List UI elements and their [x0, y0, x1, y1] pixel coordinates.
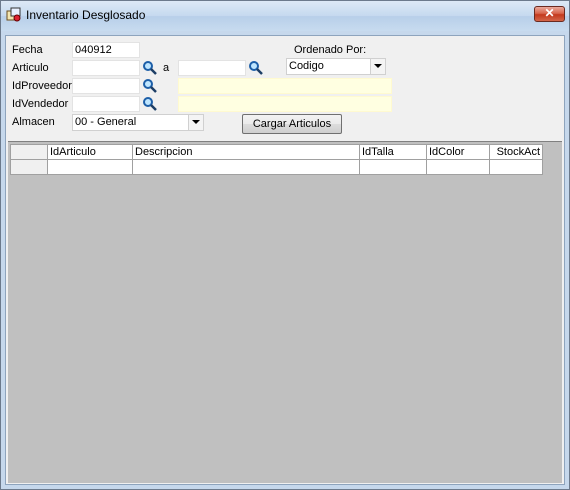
- idproveedor-label: IdProveedor: [12, 80, 72, 92]
- articulo-label: Articulo: [12, 62, 49, 74]
- fecha-label: Fecha: [12, 44, 43, 56]
- app-icon: [6, 7, 21, 22]
- column-header-idarticulo[interactable]: IdArticulo: [47, 144, 133, 160]
- articulo-from-field[interactable]: [72, 60, 140, 76]
- idproveedor-field[interactable]: [72, 78, 140, 94]
- table-row[interactable]: [10, 159, 543, 175]
- idproveedor-name-field: [178, 78, 392, 94]
- row-indicator-header: [10, 144, 48, 160]
- cell-idcolor[interactable]: [426, 159, 490, 175]
- data-grid-area[interactable]: IdArticulo Descripcion IdTalla IdColor S…: [8, 141, 562, 483]
- idvendedor-name-field: [178, 96, 392, 112]
- a-label: a: [163, 62, 170, 74]
- articulo-to-field[interactable]: [178, 60, 246, 76]
- cell-idarticulo[interactable]: [47, 159, 133, 175]
- close-button[interactable]: ✕: [534, 6, 565, 22]
- form-panel: Fecha 040912 Ordenado Por: Codigo Articu…: [5, 35, 565, 485]
- close-icon: ✕: [544, 6, 555, 20]
- cell-stockact[interactable]: [489, 159, 543, 175]
- row-indicator[interactable]: [10, 159, 48, 175]
- search-icon[interactable]: [248, 60, 264, 76]
- cargar-articulos-button[interactable]: Cargar Articulos: [242, 114, 342, 134]
- almacen-select[interactable]: 00 - General: [72, 114, 204, 131]
- chevron-down-icon[interactable]: [370, 59, 385, 74]
- ordenado-select[interactable]: Codigo: [286, 58, 386, 75]
- search-icon[interactable]: [142, 96, 158, 112]
- almacen-label: Almacen: [12, 116, 55, 128]
- column-header-idcolor[interactable]: IdColor: [426, 144, 490, 160]
- title-bar[interactable]: Inventario Desglosado ✕: [1, 1, 569, 31]
- cell-descripcion[interactable]: [132, 159, 360, 175]
- column-header-idtalla[interactable]: IdTalla: [359, 144, 427, 160]
- window-title: Inventario Desglosado: [26, 8, 146, 22]
- cell-idtalla[interactable]: [359, 159, 427, 175]
- grid-header-row: IdArticulo Descripcion IdTalla IdColor S…: [10, 144, 543, 160]
- data-grid[interactable]: IdArticulo Descripcion IdTalla IdColor S…: [10, 144, 543, 175]
- column-header-descripcion[interactable]: Descripcion: [132, 144, 360, 160]
- idvendedor-field[interactable]: [72, 96, 140, 112]
- ordenado-label: Ordenado Por:: [294, 44, 367, 56]
- fecha-field[interactable]: 040912: [72, 42, 140, 58]
- search-icon[interactable]: [142, 78, 158, 94]
- chevron-down-icon[interactable]: [188, 115, 203, 130]
- almacen-value: 00 - General: [75, 116, 137, 128]
- ordenado-value: Codigo: [289, 60, 324, 72]
- app-window: Inventario Desglosado ✕ Fecha 040912 Ord…: [0, 0, 570, 490]
- search-icon[interactable]: [142, 60, 158, 76]
- idvendedor-label: IdVendedor: [12, 98, 69, 110]
- column-header-stockact[interactable]: StockAct: [489, 144, 543, 160]
